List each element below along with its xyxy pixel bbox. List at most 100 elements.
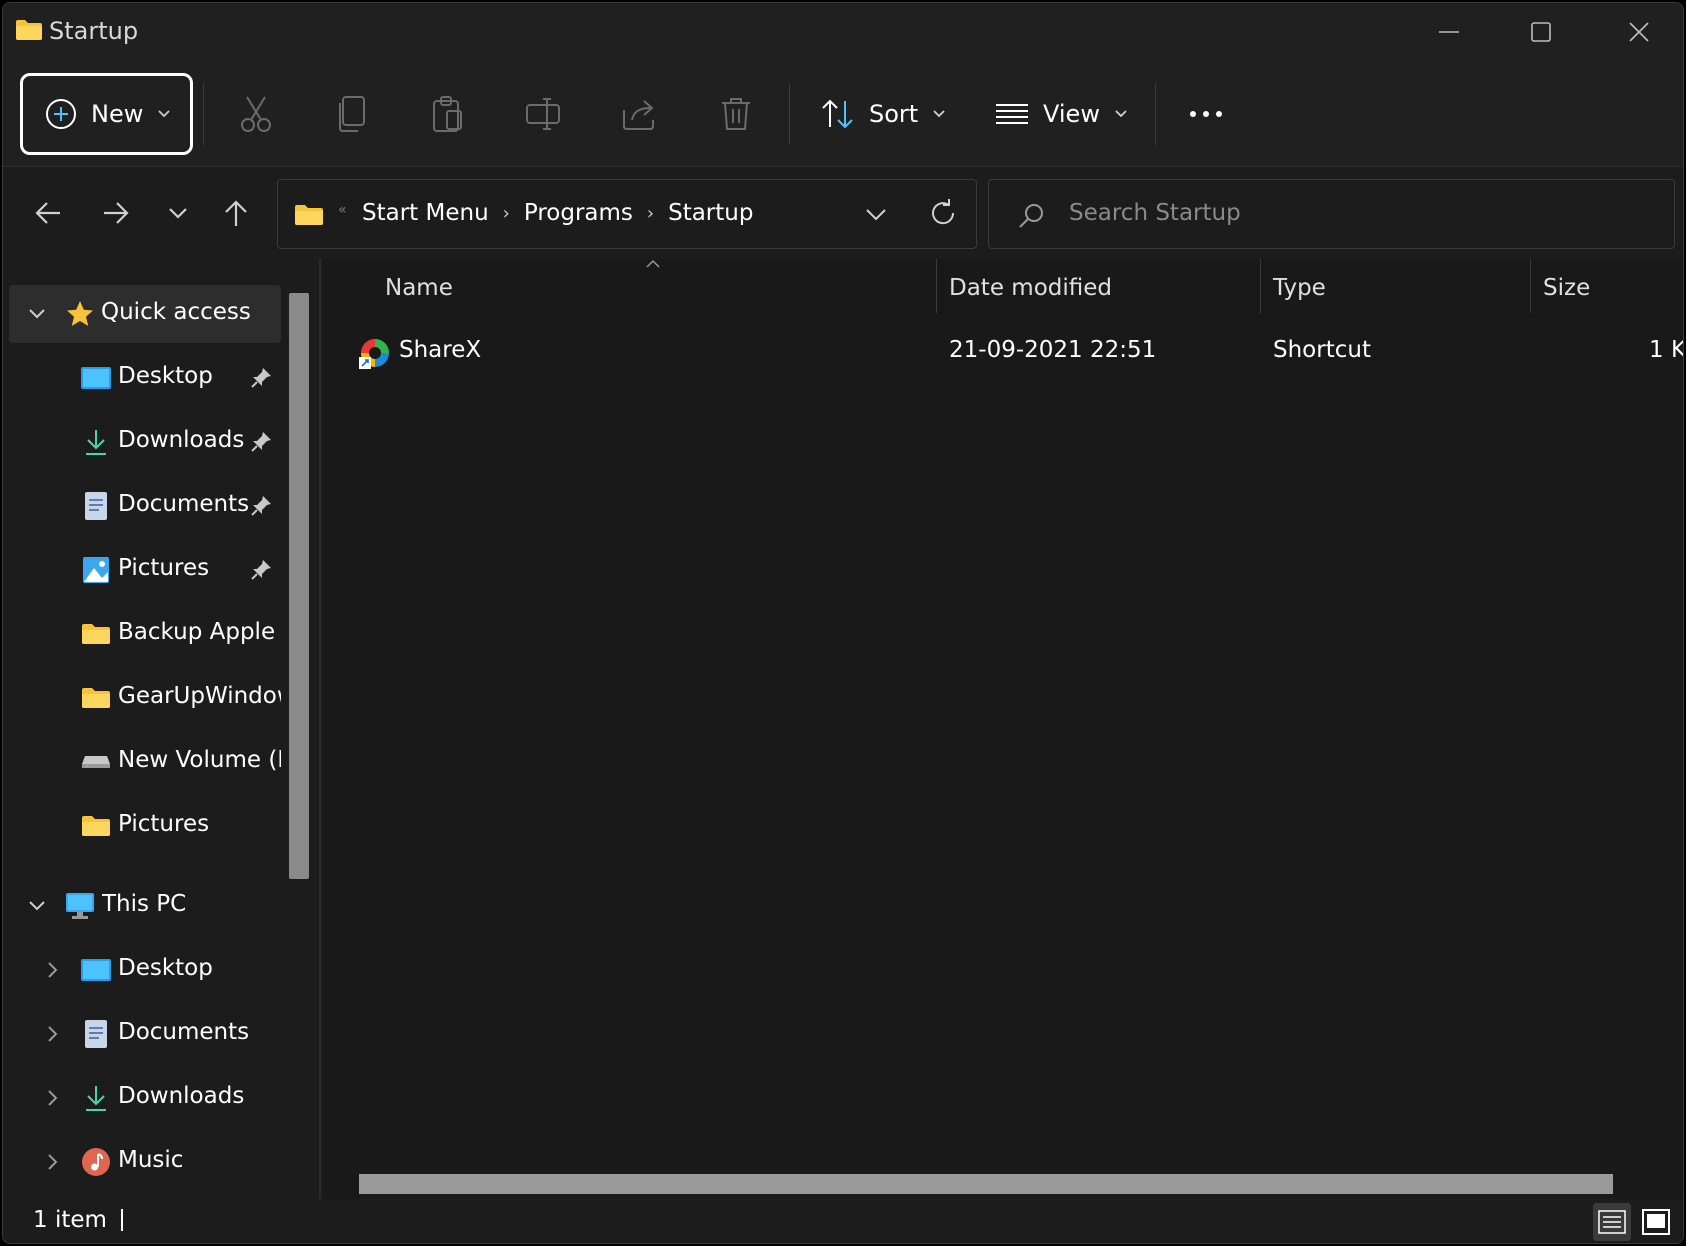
cut-button[interactable] (233, 91, 279, 137)
back-button[interactable] (23, 189, 73, 237)
rename-button[interactable] (521, 91, 567, 137)
sidebar-item-pc-desktop[interactable]: Desktop (3, 941, 281, 999)
folder-icon (295, 205, 323, 225)
column-divider[interactable] (1260, 259, 1261, 313)
refresh-icon[interactable] (928, 198, 958, 228)
minimize-icon (1439, 31, 1459, 33)
sidebar-item-pc-music[interactable]: Music (3, 1133, 281, 1191)
item-count: 1 item (33, 1207, 107, 1233)
sidebar-item-label: Desktop (118, 363, 213, 389)
pin-icon[interactable] (251, 494, 273, 516)
pin-icon[interactable] (251, 430, 273, 452)
document-icon (81, 1019, 111, 1049)
star-icon (65, 299, 95, 329)
pin-icon[interactable] (251, 558, 273, 580)
search-icon (1019, 204, 1043, 228)
sidebar-item-pictures-folder[interactable]: Pictures (3, 797, 281, 855)
sidebar-item-pc-downloads[interactable]: Downloads (3, 1069, 281, 1127)
file-explorer-window: Startup New Sort View « Start Menu › Pro… (2, 2, 1684, 1244)
chevron-down-icon (158, 110, 170, 118)
music-icon (81, 1147, 111, 1177)
breadcrumb-item-startup[interactable]: Startup (668, 200, 753, 226)
chevron-right-icon[interactable] (43, 1088, 63, 1108)
pin-icon[interactable] (251, 366, 273, 388)
share-button[interactable] (617, 91, 663, 137)
details-view-button[interactable] (1593, 1203, 1631, 1241)
paste-icon (433, 96, 462, 132)
paste-button[interactable] (425, 91, 471, 137)
search-box[interactable]: Search Startup (988, 179, 1675, 249)
sidebar-item-pictures[interactable]: Pictures (3, 541, 281, 599)
column-header-date-modified[interactable]: Date modified (949, 275, 1112, 301)
sort-button[interactable]: Sort (821, 85, 946, 143)
address-bar[interactable]: « Start Menu › Programs › Startup (277, 179, 977, 249)
column-header-size[interactable]: Size (1543, 275, 1590, 301)
close-button[interactable] (1593, 3, 1683, 61)
sidebar-scrollbar[interactable] (289, 293, 309, 879)
chevron-down-icon[interactable] (864, 200, 888, 230)
column-header-name[interactable]: Name (385, 275, 453, 301)
sidebar-item-pc-documents[interactable]: Documents (3, 1005, 281, 1063)
computer-icon (65, 891, 95, 921)
sidebar-item-label: Music (118, 1147, 184, 1173)
chevron-down-icon[interactable] (27, 896, 47, 916)
search-input[interactable]: Search Startup (1069, 200, 1241, 226)
sidebar-item-backup-apple[interactable]: Backup Apple P (3, 605, 281, 663)
sidebar-item-label: Backup Apple P (118, 619, 281, 645)
sidebar-item-downloads[interactable]: Downloads (3, 413, 281, 471)
folder-icon (81, 683, 111, 713)
arrow-right-icon (104, 202, 129, 224)
sharex-icon (359, 337, 391, 373)
breadcrumb-item-start-menu[interactable]: Start Menu (362, 200, 489, 226)
sidebar-item-desktop[interactable]: Desktop (3, 349, 281, 407)
more-options-button[interactable] (1183, 91, 1229, 137)
column-header-type[interactable]: Type (1273, 275, 1326, 301)
sidebar-item-documents[interactable]: Documents (3, 477, 281, 535)
download-icon (81, 427, 111, 457)
chevron-right-icon: › (502, 202, 510, 224)
sidebar-item-quick-access[interactable]: Quick access (9, 285, 281, 343)
arrow-up-icon (225, 200, 247, 226)
forward-button[interactable] (91, 189, 141, 237)
large-icons-view-button[interactable] (1637, 1203, 1675, 1241)
toolbar-divider (203, 83, 204, 145)
rename-icon (526, 98, 560, 130)
chevron-right-icon: › (646, 202, 655, 224)
chevron-down-icon[interactable] (27, 304, 47, 324)
file-name: ShareX (399, 337, 482, 363)
table-row[interactable]: ShareX 21-09-2021 22:51 Shortcut 1 KE (353, 325, 1683, 377)
download-icon (81, 1083, 111, 1113)
column-divider[interactable] (936, 259, 937, 313)
maximize-button[interactable] (1495, 3, 1587, 61)
view-button[interactable]: View (995, 85, 1128, 143)
breadcrumb-item-programs[interactable]: Programs (524, 200, 633, 226)
sidebar-item-label: Desktop (118, 955, 213, 981)
sidebar-item-label: Quick access (101, 299, 251, 325)
new-button[interactable]: New (20, 73, 193, 155)
chevron-down-icon (169, 208, 187, 219)
chevron-right-icon[interactable] (43, 960, 63, 980)
up-button[interactable] (211, 189, 261, 237)
scissors-icon (241, 96, 271, 132)
recent-locations-button[interactable] (153, 189, 203, 237)
title-bar: Startup (3, 3, 1683, 61)
navigation-pane: Quick access Desktop Downloads Documents (3, 259, 321, 1199)
breadcrumb-overflow[interactable]: « (338, 202, 347, 218)
command-bar: New Sort View (3, 61, 1683, 167)
chevron-right-icon[interactable] (43, 1024, 63, 1044)
window-title: Startup (49, 17, 139, 45)
chevron-right-icon[interactable] (43, 1152, 63, 1172)
sidebar-item-this-pc[interactable]: This PC (3, 877, 281, 935)
horizontal-scrollbar[interactable] (359, 1174, 1613, 1194)
minimize-button[interactable] (1403, 3, 1495, 61)
delete-button[interactable] (713, 91, 759, 137)
sidebar-item-label: This PC (102, 891, 187, 917)
sidebar-item-new-volume[interactable]: New Volume (E: (3, 733, 281, 791)
copy-button[interactable] (329, 91, 375, 137)
sidebar-item-gearupwindow[interactable]: GearUpWindow (3, 669, 281, 727)
toolbar-divider (789, 83, 790, 145)
navigation-bar: « Start Menu › Programs › Startup Search… (3, 167, 1683, 259)
new-button-label: New (91, 100, 144, 128)
column-divider[interactable] (1530, 259, 1531, 313)
folder-icon (81, 619, 111, 649)
